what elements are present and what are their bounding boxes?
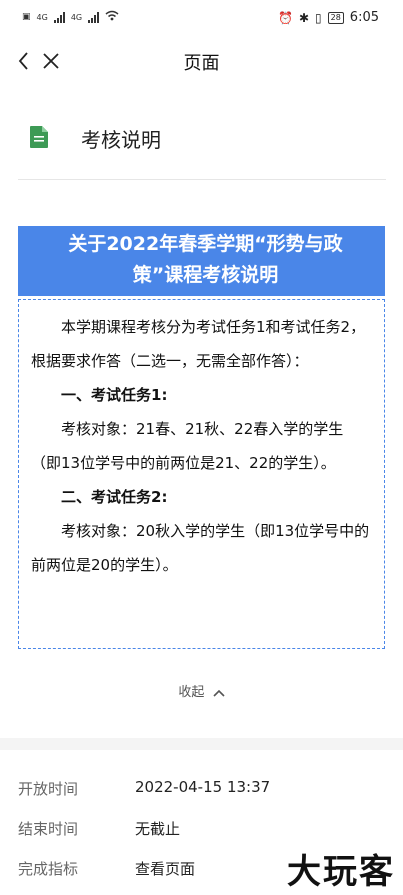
info-value: 无截止 [135, 820, 181, 838]
info-label: 开放时间 [18, 780, 79, 798]
document-icon [30, 126, 48, 148]
task2-paragraph: 考核对象：20秋入学的学生（即13位学号中的前两位是20的学生）。 [31, 522, 370, 574]
info-value: 2022-04-15 13:37 [135, 778, 271, 796]
info-label: 完成指标 [18, 860, 79, 878]
info-row-end-time: 结束时间 无截止 [18, 818, 388, 846]
watermark: 大玩客 [287, 852, 395, 892]
info-value: 查看页面 [135, 860, 196, 878]
banner-line-1: 关于2022年春季学期“形势与政 [68, 233, 343, 255]
alarm-icon: ⏰ [277, 10, 293, 25]
signal-1-icon [53, 11, 65, 23]
status-bar-right: ⏰ ✱ ▯ 28 6:05 [278, 10, 379, 25]
wifi-icon [105, 10, 119, 24]
signal-2-icon [88, 11, 100, 23]
task1-paragraph: 考核对象：21春、21秋、22春入学的学生（即13位学号中的前两位是21、22的… [31, 420, 344, 472]
info-row-open-time: 开放时间 2022-04-15 13:37 [18, 778, 388, 806]
info-label: 结束时间 [18, 820, 79, 838]
section-divider [0, 738, 403, 750]
intro-paragraph: 本学期课程考核分为考试任务1和考试任务2，根据要求作答（二选一，无需全部作答）： [31, 318, 366, 370]
page-title: 页面 [183, 53, 220, 74]
status-bar: ▣ 4G 4G ⏰ ✱ ▯ 28 6:05 [0, 0, 403, 38]
task2-heading: 二、考试任务2: [61, 488, 168, 506]
vibrate-icon: ▯ [315, 10, 322, 25]
chevron-up-icon [213, 689, 225, 697]
content-box: 本学期课程考核分为考试任务1和考试任务2，根据要求作答（二选一，无需全部作答）：… [18, 299, 385, 649]
banner-line-2: 策”课程考核说明 [132, 264, 279, 286]
clock-time: 6:05 [349, 10, 379, 25]
nav-bar: 页面 [0, 38, 403, 84]
collapse-button[interactable]: 收起 [0, 681, 403, 700]
title-banner: 关于2022年春季学期“形势与政 策”课程考核说明 [18, 226, 385, 296]
network-1-label: 4G [36, 12, 48, 22]
status-bar-left: ▣ 4G 4G [22, 10, 119, 24]
collapse-label: 收起 [178, 685, 205, 700]
task1-heading: 一、考试任务1: [61, 386, 168, 404]
document-header: 考核说明 [18, 108, 386, 180]
bluetooth-icon: ✱ [298, 10, 309, 25]
document-title: 考核说明 [81, 128, 161, 152]
network-2-label: 4G [70, 12, 83, 22]
sim1-icon: ▣ [22, 12, 31, 22]
battery-icon: 28 [327, 11, 344, 24]
